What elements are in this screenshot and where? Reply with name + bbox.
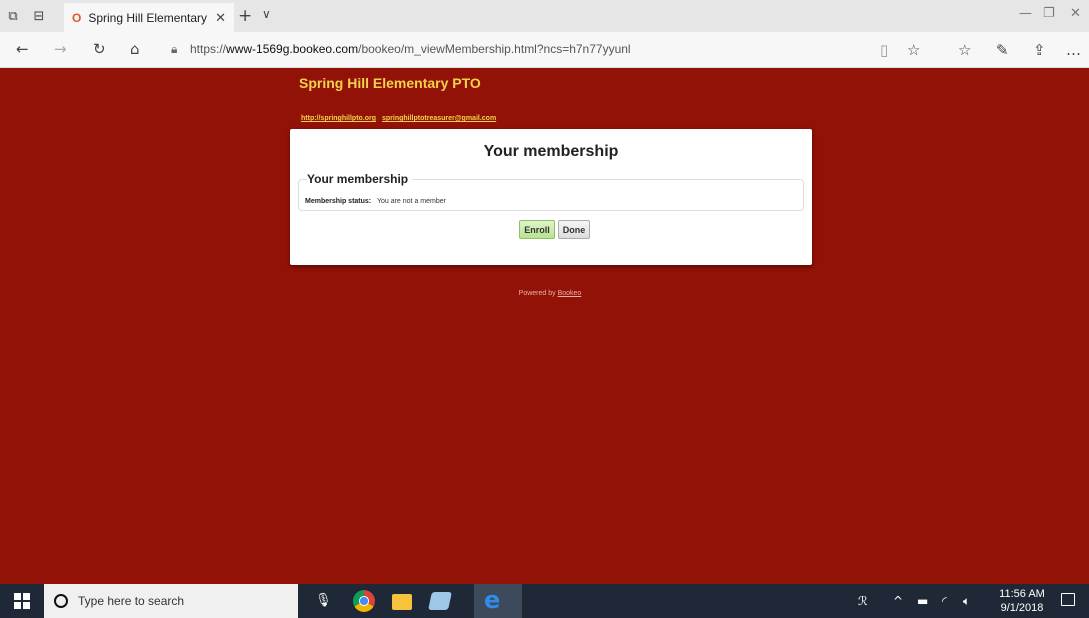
- volume-icon[interactable]: 🔈︎: [963, 594, 970, 609]
- section-legend: Your membership: [307, 172, 413, 186]
- tab-preview-icon[interactable]: ⧉: [0, 0, 26, 32]
- favorite-star-icon[interactable]: ☆: [907, 41, 920, 59]
- restore-icon[interactable]: ❐: [1043, 6, 1055, 21]
- edge-icon[interactable]: e: [484, 586, 500, 614]
- url-field[interactable]: https://www-1569g.bookeo.com/bookeo/m_vi…: [190, 42, 631, 56]
- url-host: www-1569g.bookeo.com: [226, 42, 359, 56]
- url-prefix: https://: [190, 42, 227, 56]
- reading-view-icon[interactable]: ▯: [880, 41, 888, 59]
- site-link[interactable]: http://springhillpto.org: [301, 115, 376, 122]
- close-tab-icon[interactable]: ✕: [215, 10, 226, 26]
- browser-tab[interactable]: O Spring Hill Elementary F ✕: [64, 3, 234, 32]
- org-title: Spring Hill Elementary PTO: [299, 75, 481, 91]
- header-links: http://springhillpto.org springhillptotr…: [301, 115, 500, 122]
- minimize-icon[interactable]: —: [1019, 6, 1032, 21]
- refresh-icon[interactable]: ↻: [93, 40, 106, 58]
- people-icon[interactable]: ℛ: [858, 594, 868, 608]
- chrome-icon[interactable]: [353, 590, 375, 612]
- clock-time: 11:56 AM: [999, 588, 1045, 600]
- microphone-icon[interactable]: 🎙︎: [315, 593, 332, 608]
- page-content: Spring Hill Elementary PTO http://spring…: [0, 68, 1089, 584]
- powered-prefix: Powered by: [518, 290, 556, 297]
- back-arrow-icon[interactable]: ←: [16, 40, 29, 58]
- home-icon[interactable]: ⌂: [130, 40, 140, 58]
- taskbar-search-box[interactable]: Type here to search: [44, 584, 298, 618]
- status-value: You are not a member: [376, 198, 446, 205]
- forward-arrow-icon[interactable]: →: [54, 40, 67, 58]
- email-link[interactable]: springhillptotreasurer@gmail.com: [382, 115, 496, 122]
- membership-fieldset: Your membership Membership status: You a…: [298, 172, 804, 211]
- card-title: Your membership: [483, 143, 619, 160]
- address-bar: ← → ↻ ⌂ 🔒︎ https://www-1569g.bookeo.com/…: [0, 32, 1089, 68]
- clock-date: 9/1/2018: [1000, 602, 1044, 614]
- windows-start-icon[interactable]: [14, 593, 30, 609]
- store-icon[interactable]: [428, 592, 452, 610]
- file-explorer-icon[interactable]: [392, 594, 412, 610]
- enroll-button[interactable]: Enroll: [519, 220, 555, 239]
- status-label: Membership status:: [305, 198, 372, 205]
- favorites-list-icon[interactable]: ☆: [958, 41, 971, 59]
- tab-aside-icon[interactable]: ⊟: [26, 0, 52, 32]
- powered-by: Powered by Bookeo: [0, 290, 1089, 297]
- tray-chevron-icon[interactable]: ^: [893, 594, 903, 608]
- url-path: /bookeo/m_viewMembership.html?ncs=h7n77y…: [358, 42, 631, 56]
- bookeo-link[interactable]: Bookeo: [558, 290, 582, 297]
- lock-icon: 🔒︎: [171, 42, 178, 56]
- membership-status-row: Membership status: You are not a member: [305, 198, 446, 205]
- taskbar: Type here to search 🎙︎ e ℛ ^ ▬ ◜ 🔈︎ 11:5…: [0, 584, 1089, 618]
- pen-icon[interactable]: ✎: [996, 41, 1009, 59]
- bookeo-favicon-icon: O: [72, 10, 82, 25]
- wifi-icon[interactable]: ◜: [942, 594, 947, 608]
- clock[interactable]: 11:56 AM 9/1/2018: [992, 587, 1052, 615]
- membership-card: Your membership Your membership Membersh…: [290, 129, 812, 265]
- cortana-icon: [54, 594, 68, 608]
- action-center-icon[interactable]: [1061, 593, 1075, 606]
- screen: ⧉ ⊟ O Spring Hill Elementary F ✕ + ∨ — ❐…: [0, 0, 1089, 618]
- share-icon[interactable]: ⇪: [1033, 41, 1046, 59]
- tab-menu-chevron-icon[interactable]: ∨: [262, 7, 271, 21]
- battery-icon[interactable]: ▬: [917, 594, 928, 608]
- tab-title: Spring Hill Elementary F: [88, 10, 212, 25]
- search-placeholder: Type here to search: [78, 594, 185, 608]
- done-button[interactable]: Done: [558, 220, 590, 239]
- window-close-icon[interactable]: ✕: [1070, 6, 1081, 21]
- more-icon[interactable]: …: [1066, 41, 1081, 59]
- new-tab-icon[interactable]: +: [238, 6, 252, 26]
